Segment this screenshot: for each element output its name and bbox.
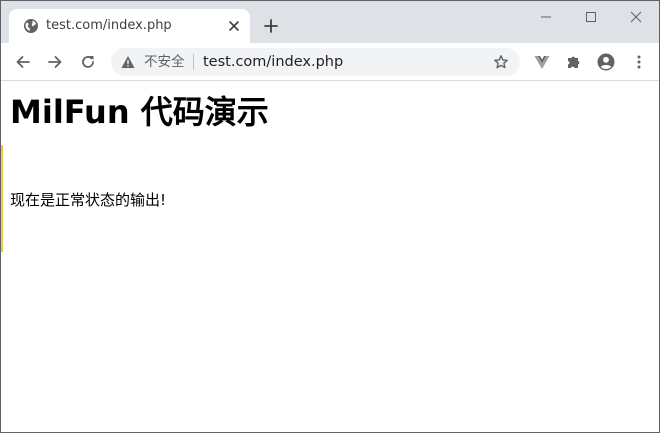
new-tab-plus-icon[interactable]	[263, 18, 279, 34]
reload-icon[interactable]	[80, 54, 96, 70]
tab-strip: test.com/index.php	[1, 1, 659, 43]
status-message: 现在是正常状态的输出!	[10, 191, 167, 209]
warning-triangle-icon[interactable]	[121, 55, 135, 69]
forward-arrow-icon[interactable]	[47, 54, 63, 70]
active-tab[interactable]: test.com/index.php	[9, 9, 250, 43]
browser-window: test.com/index.php 不安全 test.com/index.ph…	[0, 0, 660, 433]
page-heading: MilFun 代码演示	[10, 93, 269, 131]
close-window-icon[interactable]	[629, 10, 643, 24]
close-tab-icon[interactable]	[227, 19, 241, 33]
maximize-icon[interactable]	[584, 10, 598, 24]
profile-icon[interactable]	[597, 53, 615, 71]
address-bar[interactable]: 不安全 test.com/index.php	[111, 48, 520, 76]
kebab-menu-icon[interactable]	[631, 54, 647, 70]
edge-accent-mark	[1, 145, 3, 252]
puzzle-icon[interactable]	[566, 54, 582, 70]
back-arrow-icon[interactable]	[15, 54, 31, 70]
vue-devtools-icon[interactable]	[534, 54, 550, 70]
security-status[interactable]: 不安全	[144, 54, 185, 70]
tab-title: test.com/index.php	[46, 18, 172, 33]
browser-toolbar: 不安全 test.com/index.php	[1, 43, 659, 81]
star-outline-icon[interactable]	[493, 54, 509, 70]
omnibox-divider	[193, 54, 194, 70]
url-text[interactable]: test.com/index.php	[203, 53, 343, 71]
minimize-icon[interactable]	[539, 10, 553, 24]
globe-icon	[23, 18, 39, 34]
page-content: MilFun 代码演示 现在是正常状态的输出!	[1, 82, 659, 432]
